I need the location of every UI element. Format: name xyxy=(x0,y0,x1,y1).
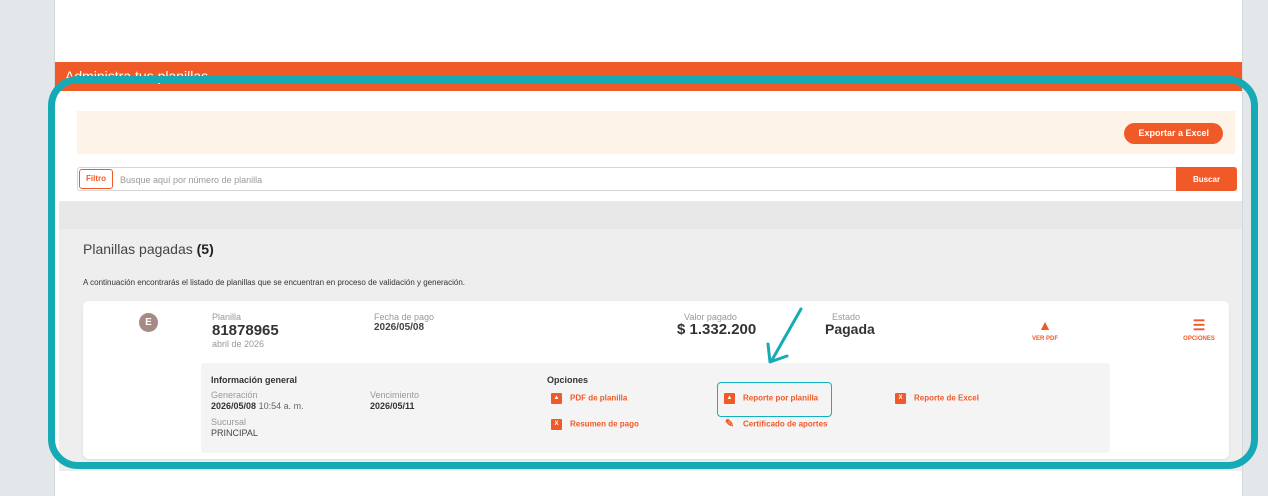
section-count: (5) xyxy=(196,241,214,257)
sliders-icon: ☰ xyxy=(1192,317,1206,333)
options-button[interactable]: ☰ OPCIONES xyxy=(1177,317,1221,342)
filter-tag[interactable]: Filtro xyxy=(79,169,113,189)
avatar: E xyxy=(139,313,158,332)
branch-label: Sucursal xyxy=(211,417,247,427)
excel-icon: X xyxy=(895,393,906,404)
page-header: Administra tus planillas xyxy=(55,62,1242,91)
pdf-icon: ▲ xyxy=(551,393,562,404)
amount-value: $ 1.332.200 xyxy=(677,321,757,338)
search-button[interactable]: Buscar xyxy=(1176,167,1237,191)
page-container: Administra tus planillas Exportar a Exce… xyxy=(54,0,1243,496)
reporte-excel-link[interactable]: X Reporte de Excel xyxy=(895,393,979,404)
section-divider xyxy=(59,201,1242,229)
view-pdf-button[interactable]: ▲ VER PDF xyxy=(1027,317,1063,342)
page-title: Administra tus planillas xyxy=(65,68,209,84)
excel-icon: X xyxy=(551,419,562,430)
export-excel-button[interactable]: Exportar a Excel xyxy=(1124,123,1223,144)
export-band: Exportar a Excel xyxy=(77,111,1235,154)
pay-date-label: Fecha de pago xyxy=(374,312,435,322)
section-description: A continuación encontrarás el listado de… xyxy=(83,278,466,287)
general-info-title: Información general xyxy=(211,375,298,385)
planilla-number-label: Planilla xyxy=(212,312,242,322)
generation-label: Generación xyxy=(211,390,258,400)
detail-panel: Información general Generación 2026/05/0… xyxy=(201,363,1110,453)
section-title: Planillas pagadas (5) xyxy=(83,241,214,257)
generation-value: 2026/05/08 10:54 a. m. xyxy=(211,401,304,411)
pdf-icon: ▲ xyxy=(1038,317,1052,333)
branch-value: PRINCIPAL xyxy=(211,428,258,438)
paid-section: Planillas pagadas (5) A continuación enc… xyxy=(59,201,1242,471)
certificado-aportes-link[interactable]: ✎ Certificado de aportes xyxy=(724,418,828,430)
planilla-card: E Planilla 81878965 abril de 2026 Fecha … xyxy=(83,301,1229,459)
resumen-pago-link[interactable]: X Resumen de pago xyxy=(551,419,639,430)
options-title: Opciones xyxy=(547,375,589,385)
search-input[interactable] xyxy=(118,169,1162,190)
pencil-icon: ✎ xyxy=(724,418,735,430)
pdf-planilla-link[interactable]: ▲ PDF de planilla xyxy=(551,393,627,404)
pay-date: 2026/05/08 xyxy=(374,322,425,333)
due-value: 2026/05/11 xyxy=(370,401,415,411)
filter-bar: Filtro Buscar xyxy=(77,167,1237,191)
highlight-box xyxy=(717,382,832,417)
planilla-number: 81878965 xyxy=(212,322,279,339)
status-value: Pagada xyxy=(825,321,875,337)
planilla-period: abril de 2026 xyxy=(212,339,265,349)
due-label: Vencimiento xyxy=(370,390,420,400)
